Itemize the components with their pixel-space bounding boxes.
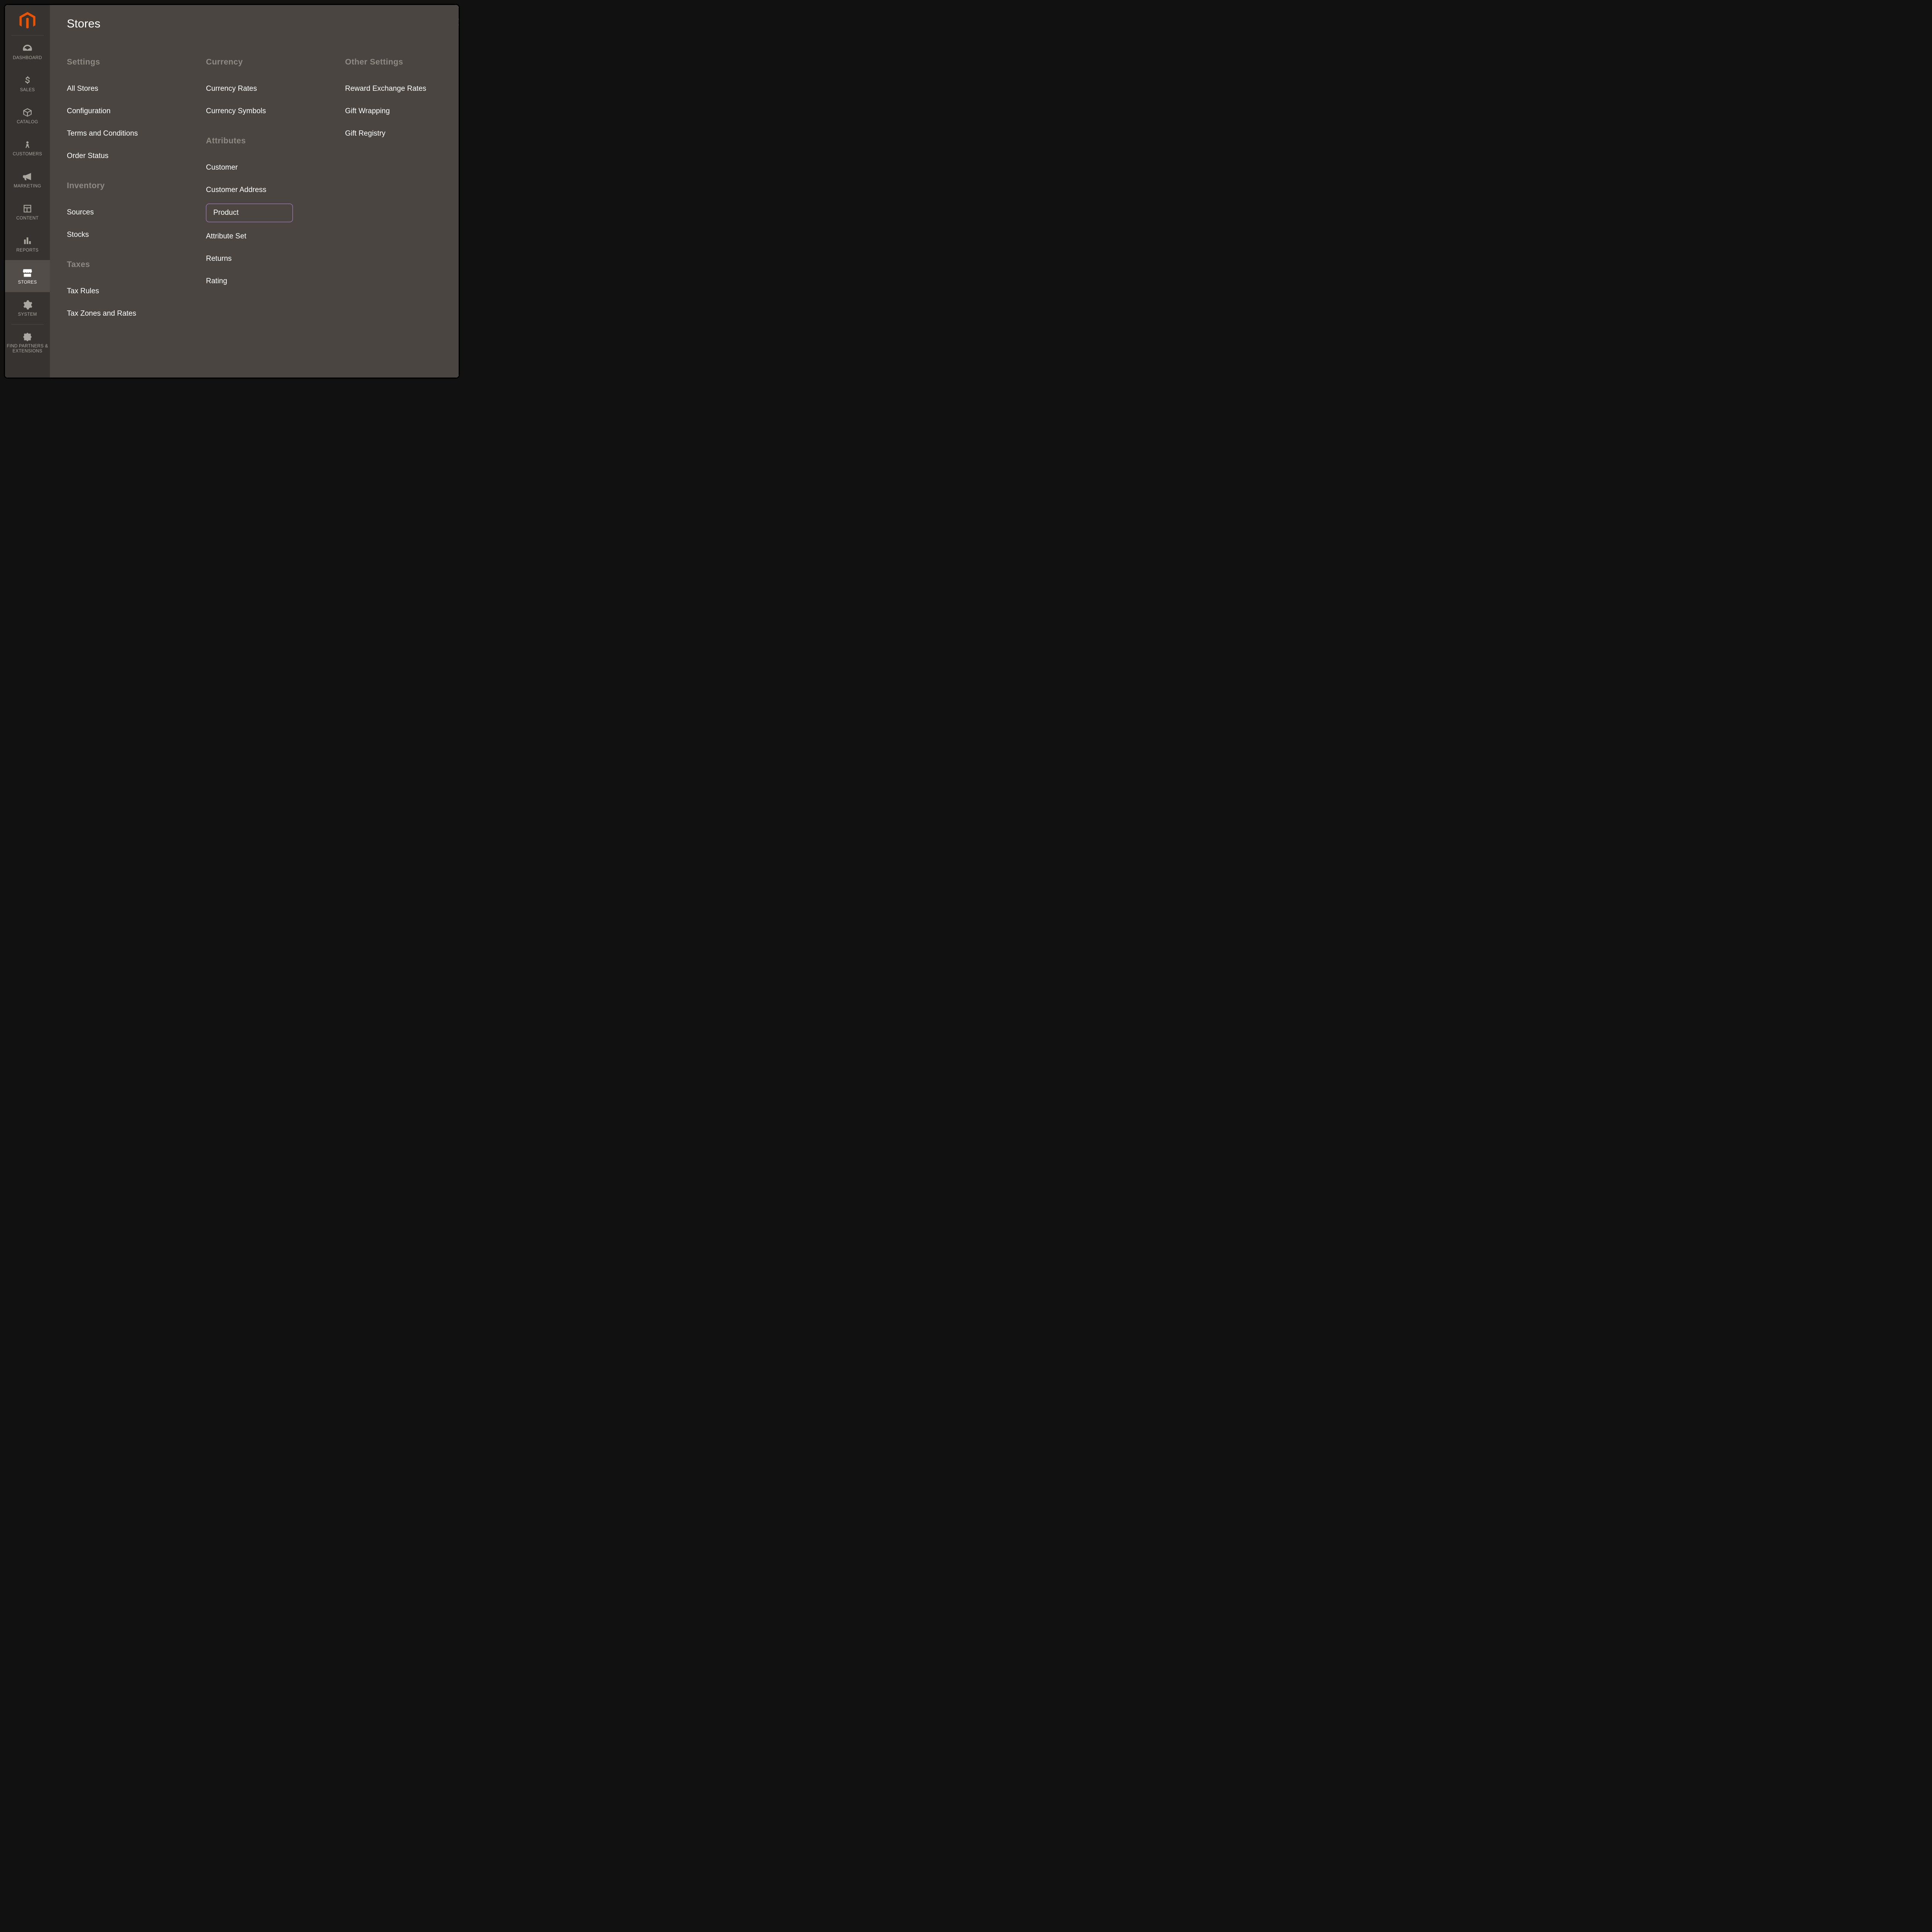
box-icon: [22, 107, 33, 118]
sidebar-item-label: FIND PARTNERS & EXTENSIONS: [5, 344, 50, 354]
admin-sidebar: DASHBOARD SALES CATALOG CUSTOMERS: [5, 5, 50, 378]
sidebar-item-system[interactable]: SYSTEM: [5, 292, 50, 324]
sidebar-item-sales[interactable]: SALES: [5, 68, 50, 100]
menu-link-attr-rating[interactable]: Rating: [206, 277, 322, 286]
flyout-column-2: Currency Currency Rates Currency Symbols…: [206, 58, 322, 339]
sidebar-item-label: MARKETING: [12, 184, 43, 189]
stores-flyout-panel: Stores Settings All Stores Configuration…: [50, 5, 460, 378]
sidebar-item-label: DASHBOARD: [11, 56, 44, 61]
group-currency: Currency Currency Rates Currency Symbols: [206, 58, 322, 116]
magento-logo-icon: [19, 12, 36, 30]
app-frame: DASHBOARD SALES CATALOG CUSTOMERS: [4, 4, 460, 379]
sidebar-item-marketing[interactable]: MARKETING: [5, 164, 50, 196]
menu-link-tax-rules[interactable]: Tax Rules: [67, 287, 183, 296]
puzzle-icon: [22, 331, 33, 342]
group-attributes: Attributes Customer Customer Address Pro…: [206, 136, 322, 286]
menu-link-attr-attribute-set[interactable]: Attribute Set: [206, 232, 322, 241]
menu-link-all-stores[interactable]: All Stores: [67, 85, 183, 93]
sidebar-item-dashboard[interactable]: DASHBOARD: [5, 36, 50, 68]
gear-icon: [22, 299, 33, 311]
layout-icon: [22, 203, 33, 214]
group-inventory: Inventory Sources Stocks: [67, 181, 183, 239]
flyout-title: Stores: [67, 17, 460, 31]
menu-link-terms-and-conditions[interactable]: Terms and Conditions: [67, 129, 183, 138]
group-settings: Settings All Stores Configuration Terms …: [67, 58, 183, 160]
megaphone-icon: [22, 171, 33, 182]
menu-link-tax-zones-and-rates[interactable]: Tax Zones and Rates: [67, 310, 183, 318]
menu-link-gift-registry[interactable]: Gift Registry: [345, 129, 460, 138]
logo-cell[interactable]: [5, 5, 50, 35]
menu-link-currency-symbols[interactable]: Currency Symbols: [206, 107, 322, 116]
sidebar-item-label: CUSTOMERS: [11, 152, 44, 157]
group-title: Settings: [67, 58, 183, 67]
menu-link-configuration[interactable]: Configuration: [67, 107, 183, 116]
person-icon: [22, 139, 33, 150]
sidebar-item-label: STORES: [17, 280, 39, 285]
group-taxes: Taxes Tax Rules Tax Zones and Rates: [67, 260, 183, 318]
sidebar-item-partners[interactable]: FIND PARTNERS & EXTENSIONS: [5, 325, 50, 360]
sidebar-item-label: CATALOG: [15, 120, 39, 125]
close-button[interactable]: [456, 17, 460, 29]
menu-link-currency-rates[interactable]: Currency Rates: [206, 85, 322, 93]
menu-link-reward-exchange-rates[interactable]: Reward Exchange Rates: [345, 85, 460, 93]
flyout-column-3: Other Settings Reward Exchange Rates Gif…: [345, 58, 460, 339]
menu-link-attr-customer-address[interactable]: Customer Address: [206, 186, 322, 194]
menu-link-order-status[interactable]: Order Status: [67, 152, 183, 160]
group-other-settings: Other Settings Reward Exchange Rates Gif…: [345, 58, 460, 138]
gauge-icon: [22, 43, 33, 54]
sidebar-item-reports[interactable]: REPORTS: [5, 228, 50, 260]
group-title: Taxes: [67, 260, 183, 269]
sidebar-item-label: SALES: [19, 88, 37, 93]
group-title: Inventory: [67, 181, 183, 190]
sidebar-item-label: CONTENT: [15, 216, 40, 221]
sidebar-item-label: SYSTEM: [16, 312, 38, 317]
sidebar-item-customers[interactable]: CUSTOMERS: [5, 132, 50, 164]
menu-link-stocks[interactable]: Stocks: [67, 231, 183, 239]
menu-link-sources[interactable]: Sources: [67, 208, 183, 217]
group-title: Other Settings: [345, 58, 460, 67]
menu-link-gift-wrapping[interactable]: Gift Wrapping: [345, 107, 460, 116]
flyout-columns: Settings All Stores Configuration Terms …: [67, 58, 460, 339]
sidebar-item-stores[interactable]: STORES: [5, 260, 50, 292]
close-icon: [456, 22, 460, 29]
storefront-icon: [22, 267, 33, 279]
sidebar-item-catalog[interactable]: CATALOG: [5, 100, 50, 132]
dollar-icon: [22, 75, 33, 86]
group-title: Currency: [206, 58, 322, 67]
menu-link-attr-product[interactable]: Product: [206, 204, 293, 222]
group-title: Attributes: [206, 136, 322, 146]
sidebar-item-content[interactable]: CONTENT: [5, 196, 50, 228]
flyout-column-1: Settings All Stores Configuration Terms …: [67, 58, 183, 339]
menu-link-attr-customer[interactable]: Customer: [206, 163, 322, 172]
menu-link-attr-returns[interactable]: Returns: [206, 255, 322, 263]
sidebar-item-label: REPORTS: [15, 248, 40, 253]
bar-chart-icon: [22, 235, 33, 247]
